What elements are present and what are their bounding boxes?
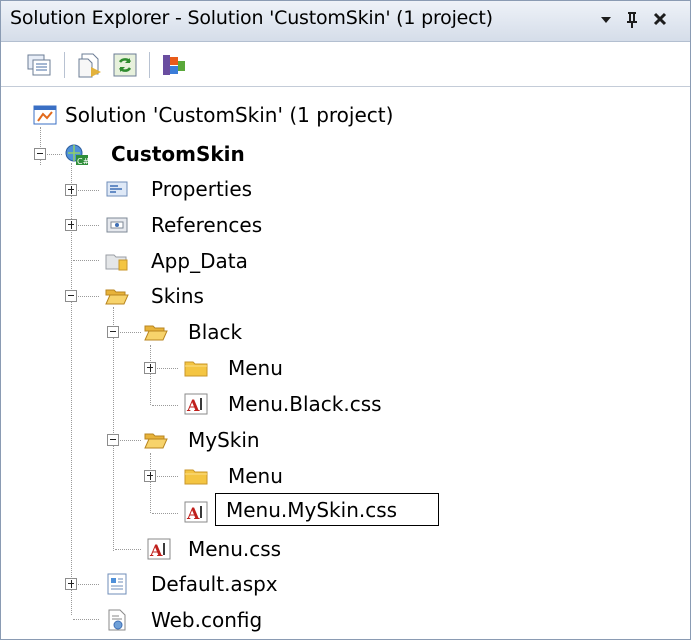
svg-text:C#: C# [77, 157, 89, 166]
folder-icon [184, 469, 208, 485]
show-all-files-toolbar-button[interactable] [76, 51, 104, 79]
tree-item-label: App_Data [151, 249, 248, 273]
refresh-icon [113, 53, 137, 77]
solution-icon [33, 105, 57, 125]
tree-item-label: Menu [228, 464, 283, 488]
folder-icon [184, 361, 208, 377]
tree-line [152, 513, 178, 514]
tree-line [150, 345, 151, 405]
aspx-page-icon [107, 573, 127, 595]
collapse-toggle[interactable] [107, 434, 119, 446]
class-diagram-icon [163, 55, 185, 75]
solution-tree: Solution 'CustomSkin' (1 project) C# Cus… [1, 87, 690, 639]
refresh-toolbar-button[interactable] [111, 51, 139, 79]
open-folder-icon [105, 289, 129, 305]
expand-toggle[interactable] [65, 578, 77, 590]
csharp-web-project-icon: C# [65, 144, 89, 166]
css-file-icon: A [147, 538, 171, 560]
toolbar [1, 42, 690, 87]
config-file-icon [108, 609, 126, 631]
tree-line [73, 260, 99, 261]
show-all-files-icon [78, 53, 101, 78]
svg-text:A: A [149, 541, 163, 560]
tree-item-label: Default.aspx [151, 572, 278, 596]
window-title: Solution Explorer - Solution 'CustomSkin… [10, 7, 493, 29]
svg-text:A: A [186, 504, 200, 523]
tree-item-label: Black [188, 320, 243, 344]
app-data-folder-icon [105, 254, 128, 271]
tree-item-label: Menu.Black.css [228, 392, 382, 416]
tree-item-label: Menu [228, 356, 283, 380]
close-icon [653, 12, 667, 26]
expand-toggle[interactable] [144, 470, 156, 482]
expand-toggle[interactable] [65, 184, 77, 196]
rename-input[interactable]: Menu.MySkin.css [215, 493, 439, 526]
tree-item-label: Solution 'CustomSkin' (1 project) [65, 103, 394, 127]
tree-item-label: Menu.css [188, 537, 282, 561]
properties-icon [27, 54, 51, 76]
solution-explorer-panel: Solution Explorer - Solution 'CustomSkin… [0, 0, 691, 640]
open-folder-icon [144, 433, 168, 449]
collapse-toggle[interactable] [34, 148, 46, 160]
css-file-icon: A [184, 393, 208, 415]
tree-line [113, 307, 114, 551]
collapse-toggle[interactable] [65, 290, 77, 302]
tree-item-label: References [151, 213, 263, 237]
expand-toggle[interactable] [144, 362, 156, 374]
collapse-toggle[interactable] [107, 326, 119, 338]
properties-folder-icon [106, 181, 128, 197]
tree-item-label: MySkin [188, 428, 260, 452]
tree-line [150, 453, 151, 513]
tree-line [73, 619, 99, 620]
pin-icon [627, 12, 637, 28]
toolbar-separator [149, 52, 150, 78]
title-bar: Solution Explorer - Solution 'CustomSkin… [1, 1, 690, 42]
dropdown-arrow-icon [601, 17, 611, 23]
auto-hide-pin-button[interactable] [619, 5, 645, 35]
expand-toggle[interactable] [65, 219, 77, 231]
tree-item-label: Properties [151, 177, 253, 201]
window-dropdown-button[interactable] [593, 5, 619, 35]
close-button[interactable] [647, 5, 673, 35]
svg-text:A: A [186, 396, 200, 415]
references-icon [106, 217, 128, 233]
class-diagram-toolbar-button[interactable] [160, 51, 188, 79]
toolbar-separator [64, 52, 65, 78]
tree-line [152, 405, 178, 406]
tree-line [115, 549, 141, 550]
tree-item-label: CustomSkin [111, 142, 245, 166]
tree-item-label: Web.config [151, 608, 263, 632]
properties-toolbar-button[interactable] [25, 51, 53, 79]
open-folder-icon [144, 325, 168, 341]
css-file-icon: A [184, 501, 208, 523]
tree-item-label: Skins [151, 284, 204, 308]
rename-input-value: Menu.MySkin.css [226, 498, 398, 522]
